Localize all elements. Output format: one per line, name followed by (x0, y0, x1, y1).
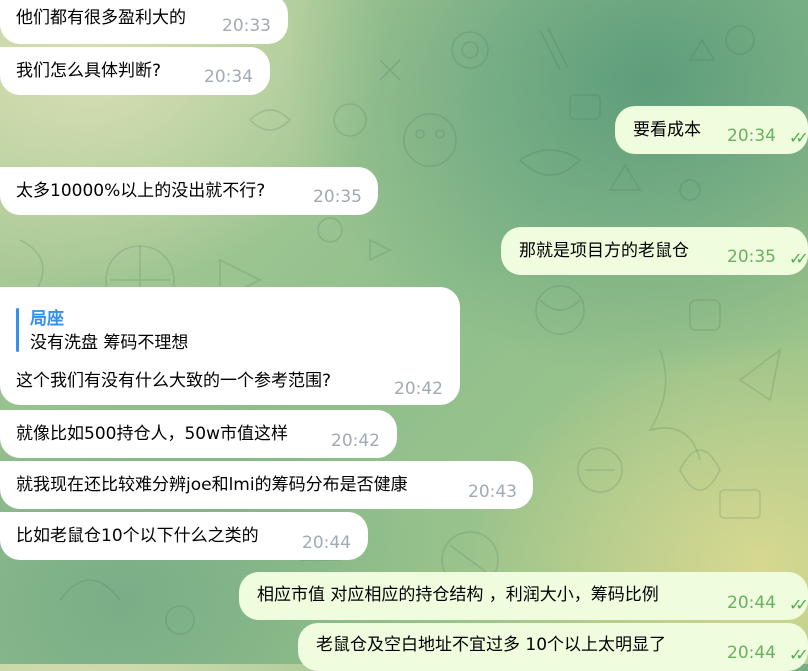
message-text: 太多10000%以上的没出就不行? (16, 181, 266, 201)
message-bubble-incoming[interactable]: 太多10000%以上的没出就不行? 20:35 (0, 167, 378, 215)
double-check-icon: ✓✓ (789, 128, 808, 147)
message-time: 20:35 (727, 247, 776, 267)
message-time: 20:44 (727, 593, 776, 613)
double-check-icon: ✓✓ (789, 595, 808, 614)
message-text: 他们都有很多盈利大的 (16, 8, 186, 28)
message-time: 20:33 (222, 16, 271, 36)
message-time: 20:35 (313, 187, 362, 207)
double-check-icon: ✓✓ (789, 249, 808, 268)
reply-accent-bar (16, 308, 19, 352)
message-text: 比如老鼠仓10个以下什么之类的 (16, 526, 259, 546)
message-text: 那就是项目方的老鼠仓 (519, 241, 689, 261)
message-time: 20:34 (204, 67, 253, 87)
message-time: 20:44 (727, 643, 776, 663)
message-bubble-incoming[interactable]: 我们怎么具体判断? 20:34 (0, 47, 270, 95)
message-bubble-outgoing[interactable]: 要看成本 20:34 ✓✓ (615, 106, 808, 154)
message-text: 就像比如500持仓人，50w市值这样 (16, 424, 288, 444)
message-bubble-incoming[interactable]: 他们都有很多盈利大的 20:33 (0, 0, 288, 44)
message-text: 要看成本 (633, 120, 701, 140)
message-time: 20:43 (468, 482, 517, 502)
message-time: 20:42 (331, 431, 380, 451)
message-bubble-incoming[interactable]: 就我现在还比较难分辨joe和lmi的筹码分布是否健康 20:43 (0, 461, 533, 509)
message-bubble-incoming[interactable]: 局座 没有洗盘 筹码不理想 这个我们有没有什么大致的一个参考范围? 20:42 (0, 287, 460, 405)
reply-author: 局座 (30, 309, 64, 329)
message-bubble-outgoing[interactable]: 那就是项目方的老鼠仓 20:35 ✓✓ (501, 227, 808, 275)
message-text: 我们怎么具体判断? (16, 61, 162, 81)
message-time: 20:44 (302, 533, 351, 553)
message-text: 就我现在还比较难分辨joe和lmi的筹码分布是否健康 (16, 475, 408, 495)
reply-quote-text: 没有洗盘 筹码不理想 (30, 333, 189, 353)
message-text: 老鼠仓及空白地址不宜过多 10个以上太明显了 (316, 635, 667, 655)
message-time: 20:34 (727, 126, 776, 146)
message-text: 相应市值 对应相应的持仓结构 ，利润大小，筹码比例 (257, 585, 659, 605)
message-bubble-incoming[interactable]: 就像比如500持仓人，50w市值这样 20:42 (0, 410, 397, 458)
message-text: 这个我们有没有什么大致的一个参考范围? (16, 371, 332, 391)
double-check-icon: ✓✓ (789, 645, 808, 664)
message-bubble-incoming[interactable]: 比如老鼠仓10个以下什么之类的 20:44 (0, 512, 368, 560)
message-time: 20:42 (394, 379, 443, 399)
message-bubble-outgoing[interactable]: 相应市值 对应相应的持仓结构 ，利润大小，筹码比例 20:44 ✓✓ (239, 572, 808, 620)
